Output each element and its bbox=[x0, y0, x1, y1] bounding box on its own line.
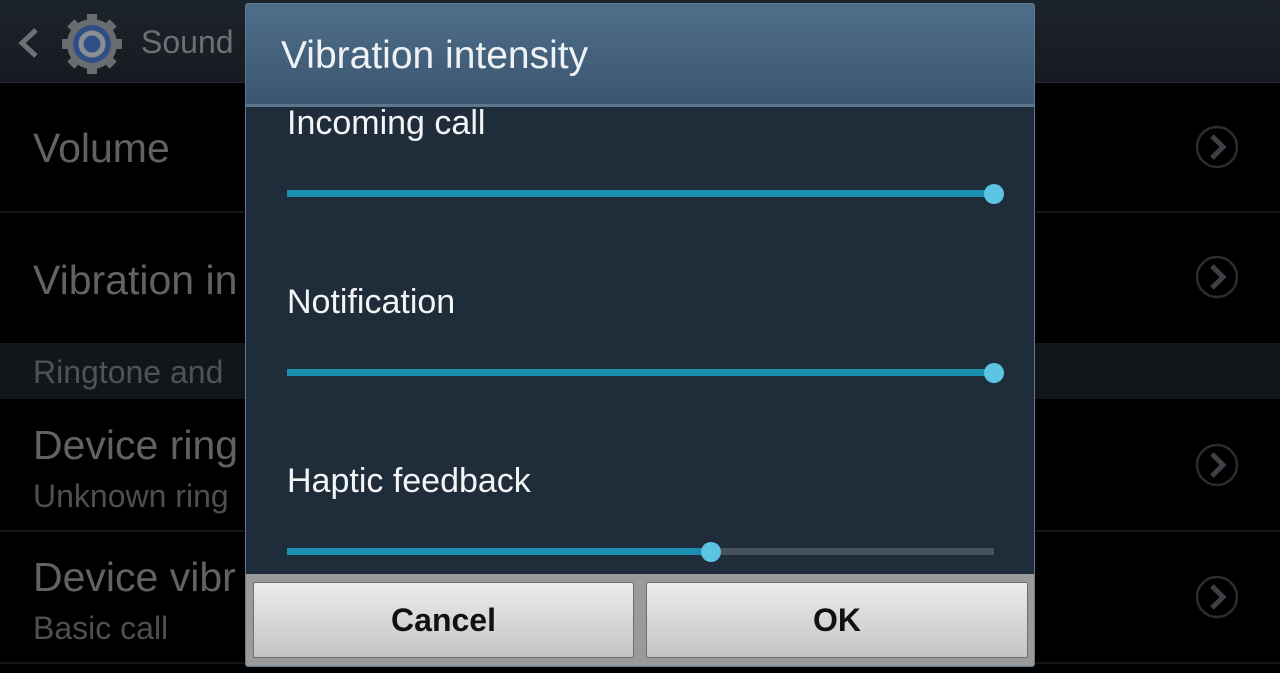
ok-button[interactable]: OK bbox=[646, 582, 1028, 658]
slider-fill bbox=[287, 190, 994, 197]
cancel-button[interactable]: Cancel bbox=[253, 582, 634, 658]
dialog-title: Vibration intensity bbox=[281, 34, 589, 77]
slider-label-haptic-feedback: Haptic feedback bbox=[287, 462, 531, 500]
slider-fill bbox=[287, 548, 712, 555]
haptic-feedback-slider[interactable] bbox=[287, 538, 994, 566]
slider-fill bbox=[287, 369, 994, 376]
dialog-body[interactable]: Incoming call Notification Haptic feedba… bbox=[246, 107, 1034, 574]
slider-label-incoming-call: Incoming call bbox=[287, 107, 486, 142]
notification-slider[interactable] bbox=[287, 359, 1004, 387]
vibration-intensity-dialog: Vibration intensity Incoming call Notifi… bbox=[245, 3, 1035, 667]
slider-thumb[interactable] bbox=[984, 363, 1004, 383]
dialog-header: Vibration intensity bbox=[246, 4, 1034, 107]
incoming-call-slider[interactable] bbox=[287, 180, 1004, 208]
slider-thumb[interactable] bbox=[984, 184, 1004, 204]
slider-thumb[interactable] bbox=[701, 542, 722, 562]
dialog-button-bar: Cancel OK bbox=[246, 574, 1034, 666]
slider-label-notification: Notification bbox=[287, 283, 456, 321]
